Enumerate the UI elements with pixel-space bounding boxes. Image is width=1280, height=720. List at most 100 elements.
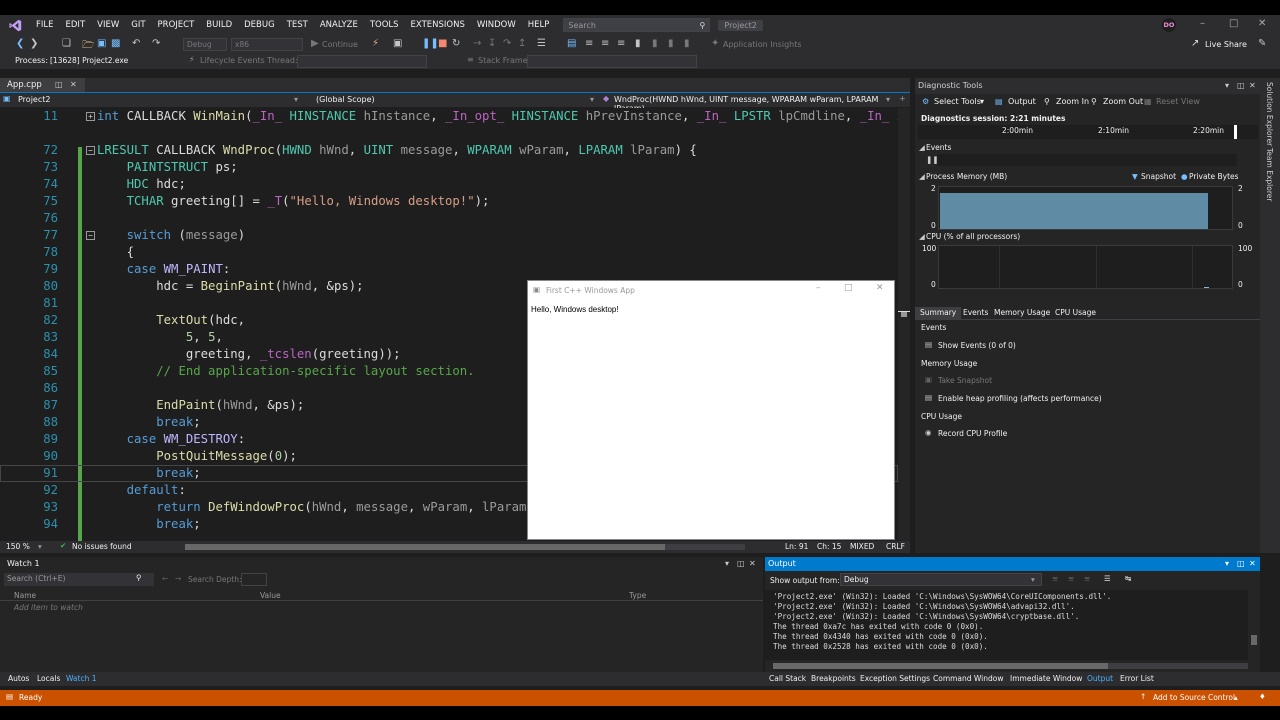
eol-indicator[interactable]: CRLF xyxy=(886,542,905,551)
comment-icon[interactable]: ☰ xyxy=(537,38,546,49)
avatar[interactable]: DO xyxy=(1162,18,1176,32)
menu-git[interactable]: GIT xyxy=(125,20,151,30)
line-indicator[interactable]: Ln: 91 xyxy=(785,542,808,551)
scroll-thumb[interactable] xyxy=(1251,635,1257,645)
tab-output[interactable]: Output xyxy=(1087,674,1113,683)
format-icon[interactable]: ▤ xyxy=(567,38,576,49)
live-share-icon[interactable]: ↗ xyxy=(1191,38,1199,49)
menu-test[interactable]: TEST xyxy=(281,20,314,30)
forward-icon[interactable]: ❯ xyxy=(30,38,38,49)
find-message-icon[interactable]: ≡ xyxy=(1052,574,1058,583)
restart-icon[interactable]: ↻ xyxy=(452,38,460,49)
editor-horizontal-scrollbar[interactable] xyxy=(185,544,745,550)
close-icon[interactable]: ✕ xyxy=(749,557,756,571)
minimize-icon[interactable]: – xyxy=(1200,18,1205,29)
issues-status[interactable]: No issues found xyxy=(72,542,132,551)
back-icon[interactable]: ❮ xyxy=(16,38,24,49)
watch-search-input[interactable]: Search (Ctrl+E) ⚲ xyxy=(4,573,154,586)
team-explorer-tab[interactable]: Team Explorer xyxy=(1265,148,1274,201)
tab-immediate-window[interactable]: Immediate Window xyxy=(1010,674,1082,683)
tab-call-stack[interactable]: Call Stack xyxy=(769,674,806,683)
tab-exception-settings[interactable]: Exception Settings xyxy=(860,674,930,683)
running-app-window[interactable]: ▣ First C++ Windows App – □ ✕ Hello, Win… xyxy=(527,280,895,540)
open-folder-icon[interactable]: 🗁 xyxy=(82,38,94,55)
search-back-icon[interactable]: ← xyxy=(162,574,168,583)
solution-explorer-tab[interactable]: Solution Explorer xyxy=(1265,82,1274,146)
save-all-icon[interactable]: ▩ xyxy=(111,38,120,49)
prev-bookmark-icon[interactable]: ▮ xyxy=(652,38,658,49)
memory-graph[interactable] xyxy=(938,186,1233,230)
thread-dropdown[interactable] xyxy=(297,55,427,68)
menu-debug[interactable]: DEBUG xyxy=(238,20,281,30)
collapse-icon[interactable]: − xyxy=(86,146,95,155)
stop-icon[interactable]: ■ xyxy=(438,38,447,49)
editor-vertical-scrollbar[interactable] xyxy=(898,108,910,541)
menu-analyze[interactable]: ANALYZE xyxy=(314,20,364,30)
code-line[interactable]: 75 TCHAR greeting[] = _T("Hello, Windows… xyxy=(0,193,898,210)
chevron-down-icon[interactable]: ▾ xyxy=(590,95,594,104)
platform-dropdown[interactable]: x86 xyxy=(231,38,303,51)
next-bookmark-icon[interactable]: ▮ xyxy=(668,38,674,49)
output-button[interactable]: Output xyxy=(1008,97,1036,106)
collapse-icon[interactable]: ◢ xyxy=(919,143,925,152)
pin-icon[interactable]: ◫ xyxy=(737,557,745,571)
record-cpu-button[interactable]: Record CPU Profile xyxy=(938,429,1007,438)
app-maximize-icon[interactable]: □ xyxy=(844,283,853,293)
tab-watch-1[interactable]: Watch 1 xyxy=(66,674,97,683)
tab-breakpoints[interactable]: Breakpoints xyxy=(811,674,856,683)
close-icon[interactable]: ✕ xyxy=(1249,78,1256,94)
zoom-in-button[interactable]: Zoom In xyxy=(1056,97,1089,106)
lifecycle-events-button[interactable]: Lifecycle Events xyxy=(200,56,265,65)
add-to-source-control-button[interactable]: Add to Source Control xyxy=(1153,693,1235,702)
app-insights-icon[interactable]: ✦ xyxy=(711,38,719,49)
search-forward-icon[interactable]: → xyxy=(175,574,181,583)
nav-project-dropdown[interactable]: Project2 xyxy=(18,95,50,104)
live-share-button[interactable]: Live Share xyxy=(1205,40,1247,49)
notifications-icon[interactable]: ♦ xyxy=(1259,692,1266,701)
show-events-link[interactable]: Show Events (0 of 0) xyxy=(938,341,1016,350)
tab-locals[interactable]: Locals xyxy=(37,674,60,683)
timeline-ruler[interactable]: 2:00min 2:10min 2:20min xyxy=(918,125,1258,139)
config-dropdown[interactable]: Debug xyxy=(183,38,227,51)
reset-view-button[interactable]: Reset View xyxy=(1156,97,1200,106)
tab-memory-usage[interactable]: Memory Usage xyxy=(994,308,1050,317)
tab-events[interactable]: Events xyxy=(963,308,988,317)
events-track[interactable] xyxy=(937,154,1237,166)
pin-icon[interactable]: ◫ xyxy=(1237,557,1245,571)
align-icon[interactable]: ≡ xyxy=(617,38,625,49)
tab-autos[interactable]: Autos xyxy=(8,674,29,683)
tab-error-list[interactable]: Error List xyxy=(1120,674,1154,683)
stack-frame-dropdown[interactable] xyxy=(527,55,697,68)
tab-summary[interactable]: Summary xyxy=(915,307,962,320)
column-indicator[interactable]: Ch: 15 xyxy=(817,542,841,551)
menu-extensions[interactable]: EXTENSIONS xyxy=(405,20,471,30)
continue-button[interactable]: Continue xyxy=(322,40,358,49)
close-icon[interactable]: ✕ xyxy=(1258,18,1266,29)
chevron-down-icon[interactable]: ▾ xyxy=(886,95,890,104)
save-icon[interactable]: ▣ xyxy=(97,38,106,49)
menu-project[interactable]: PROJECT xyxy=(152,20,201,30)
tabs-indicator[interactable]: MIXED xyxy=(850,542,874,551)
expand-icon[interactable]: + xyxy=(86,112,95,121)
step-out-icon[interactable]: ↥ xyxy=(518,38,526,49)
pause-icon[interactable]: ❚❚ xyxy=(422,38,439,49)
process-dropdown[interactable]: [13628] Project2.exe xyxy=(47,55,183,68)
output-vertical-scrollbar[interactable] xyxy=(1248,590,1260,660)
cpu-graph[interactable] xyxy=(938,245,1233,289)
search-box[interactable]: Search ⚲ xyxy=(563,18,711,32)
select-tools-button[interactable]: Select Tools xyxy=(934,97,981,106)
zoom-out-button[interactable]: Zoom Out xyxy=(1103,97,1143,106)
menu-edit[interactable]: EDIT xyxy=(60,20,92,30)
nav-scope-dropdown[interactable]: (Global Scope) xyxy=(316,95,375,104)
app-minimize-icon[interactable]: – xyxy=(816,283,821,293)
collapse-icon[interactable]: − xyxy=(86,231,95,240)
chevron-down-icon[interactable]: ▾ xyxy=(725,557,729,571)
menu-tools[interactable]: TOOLS xyxy=(364,20,405,30)
outdent-icon[interactable]: ≡ xyxy=(601,38,609,49)
app-close-icon[interactable]: ✕ xyxy=(876,283,884,293)
step-into-icon[interactable]: ↧ xyxy=(488,38,496,49)
next-message-icon[interactable]: ≡ xyxy=(1084,574,1090,583)
menu-view[interactable]: VIEW xyxy=(91,20,125,30)
code-line[interactable]: 77 − switch (message) xyxy=(0,227,898,244)
tab-cpu-usage[interactable]: CPU Usage xyxy=(1055,308,1096,317)
